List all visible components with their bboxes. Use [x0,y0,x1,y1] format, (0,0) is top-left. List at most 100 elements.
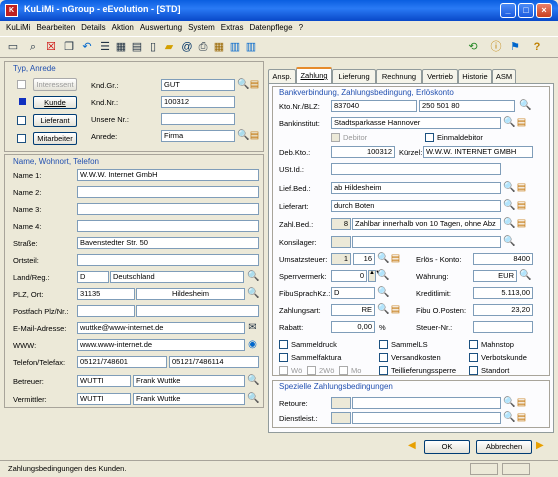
mahnstop-checkbox[interactable] [469,340,478,349]
ort-field[interactable]: Hildesheim [136,288,245,300]
refresh-icon[interactable]: ⟲ [466,40,480,54]
undo-icon[interactable]: ↶ [80,40,94,54]
search-icon[interactable]: 🔍 [503,218,515,229]
blz-field[interactable]: 250 501 80 [419,100,515,112]
menu-aktion[interactable]: Aktion [112,21,134,32]
lieferart-field[interactable]: durch Boten [331,200,501,212]
ust1-field[interactable]: 1 [331,253,351,265]
ust2-field[interactable]: 16 [353,253,375,265]
bank-field[interactable]: Stadtsparkasse Hannover [331,117,501,129]
chart-icon[interactable]: ▥ [228,40,242,54]
ok-button[interactable]: OK [424,440,470,454]
notes-icon[interactable]: ▤ [516,117,527,128]
menu-kulimi[interactable]: KuLiMi [6,21,30,32]
ortsteil-field[interactable] [77,254,259,266]
search-icon[interactable]: 🔍 [519,100,531,111]
erloes-field[interactable]: 8400 [473,253,533,265]
maximize-button[interactable]: □ [518,3,534,18]
copy-icon[interactable]: ❐ [62,40,76,54]
anrede-field[interactable]: Firma [161,130,235,142]
lieferant-button[interactable]: Lieferant [33,114,77,127]
land-code-field[interactable]: D [77,271,109,283]
print-icon[interactable]: ⎙ [196,40,210,54]
notes-icon[interactable]: ▤ [516,218,527,229]
www-field[interactable]: www.www-internet.de [77,339,245,351]
search-icon[interactable]: 🔍 [503,412,515,423]
stats-icon[interactable]: ▥ [244,40,258,54]
dienstleist-code-field[interactable] [331,412,351,424]
page-icon[interactable]: ▯ [146,40,160,54]
kto-field[interactable]: 837040 [331,100,417,112]
mail-icon[interactable]: ✉ [247,322,258,333]
next-arrow-icon[interactable]: ▶ [536,440,544,451]
waehrung-field[interactable]: EUR [473,270,517,282]
vermittler-code-field[interactable]: WUTTI [77,393,131,405]
search-icon[interactable]: 🔍 [377,287,389,298]
postfach-plz-field[interactable] [77,305,135,317]
tab-rechnung[interactable]: Rechnung [376,69,422,83]
kurzel-field[interactable]: W.W.W. INTERNET GMBH [423,146,533,158]
land-field[interactable]: Deutschland [110,271,244,283]
interessent-button[interactable]: Interessent [33,78,77,91]
ustid-field[interactable] [331,163,501,175]
sperr-spinner[interactable]: ▲▼ [368,270,381,282]
rabatt-field[interactable]: 0,00 [331,321,375,333]
help-icon[interactable]: ? [530,40,544,54]
strasse-field[interactable]: Bavenstedter Str. 50 [77,237,259,249]
kunde-button[interactable]: Kunde [33,96,77,109]
name3-field[interactable] [77,203,259,215]
kredit-field[interactable]: 5.113,00 [473,287,533,299]
prev-arrow-icon[interactable]: ◀ [408,440,416,451]
email-icon[interactable]: @ [180,40,194,54]
search-icon[interactable]: 🔍 [503,182,515,193]
tab-historie[interactable]: Historie [458,69,492,83]
name2-field[interactable] [77,186,259,198]
menu-extras[interactable]: Extras [221,21,244,32]
name4-field[interactable] [77,220,259,232]
flag-icon[interactable]: ⚑ [508,40,522,54]
search-icon[interactable]: 🔍 [247,271,259,282]
steuernr-field[interactable] [473,321,533,333]
sammeldruck-checkbox[interactable] [279,340,288,349]
search-icon[interactable]: 🔍 [377,253,389,264]
search-icon[interactable]: 🔍 [503,397,515,408]
menu-help[interactable]: ? [299,21,303,32]
notes-icon[interactable]: ▤ [390,253,401,264]
email-field[interactable]: wuttke@www-internet.de [77,322,245,334]
debitor-checkbox[interactable] [331,133,340,142]
search-icon[interactable]: 🔍 [247,288,259,299]
globe-icon[interactable]: ◉ [247,339,258,350]
menu-bearbeiten[interactable]: Bearbeiten [36,21,75,32]
sammells-checkbox[interactable] [379,340,388,349]
search-icon[interactable]: 🔍 [503,200,515,211]
fibuop-field[interactable]: 23,20 [473,304,533,316]
versandkosten-checkbox[interactable] [379,353,388,362]
menu-details[interactable]: Details [81,21,105,32]
search-icon[interactable]: 🔍 [247,393,259,404]
standort-checkbox[interactable] [469,366,478,375]
liefbed-field[interactable]: ab Hildesheim [331,182,501,194]
search-icon[interactable]: 🔍 [237,79,249,90]
search-icon[interactable]: 🔍 [377,304,389,315]
menu-system[interactable]: System [188,21,215,32]
tab-vertrieb[interactable]: Vertrieb [422,69,458,83]
notes-icon[interactable]: ▤ [249,79,260,90]
notes-icon[interactable]: ▤ [249,130,260,141]
minimize-button[interactable]: _ [500,3,516,18]
info-icon[interactable]: ⓘ [489,40,503,54]
search-icon[interactable]: 🔍 [377,270,389,281]
folder-icon[interactable]: ▰ [162,40,176,54]
woe-checkbox[interactable] [279,366,288,375]
sammelfaktura-checkbox[interactable] [279,353,288,362]
notes-icon[interactable]: ▤ [516,182,527,193]
konsilager-field[interactable] [352,236,501,248]
sperr-field[interactable]: 0 [331,270,367,282]
telefon-field[interactable]: 05121/748601 [77,356,167,368]
table-icon[interactable]: ▦ [114,40,128,54]
search-icon[interactable]: 🔍 [503,236,515,247]
einmaldebitor-checkbox[interactable] [425,133,434,142]
plz-field[interactable]: 31135 [77,288,135,300]
konsilager-code-field[interactable] [331,236,351,248]
dienstleist-field[interactable] [352,412,501,424]
tab-asm[interactable]: ASM [492,69,516,83]
